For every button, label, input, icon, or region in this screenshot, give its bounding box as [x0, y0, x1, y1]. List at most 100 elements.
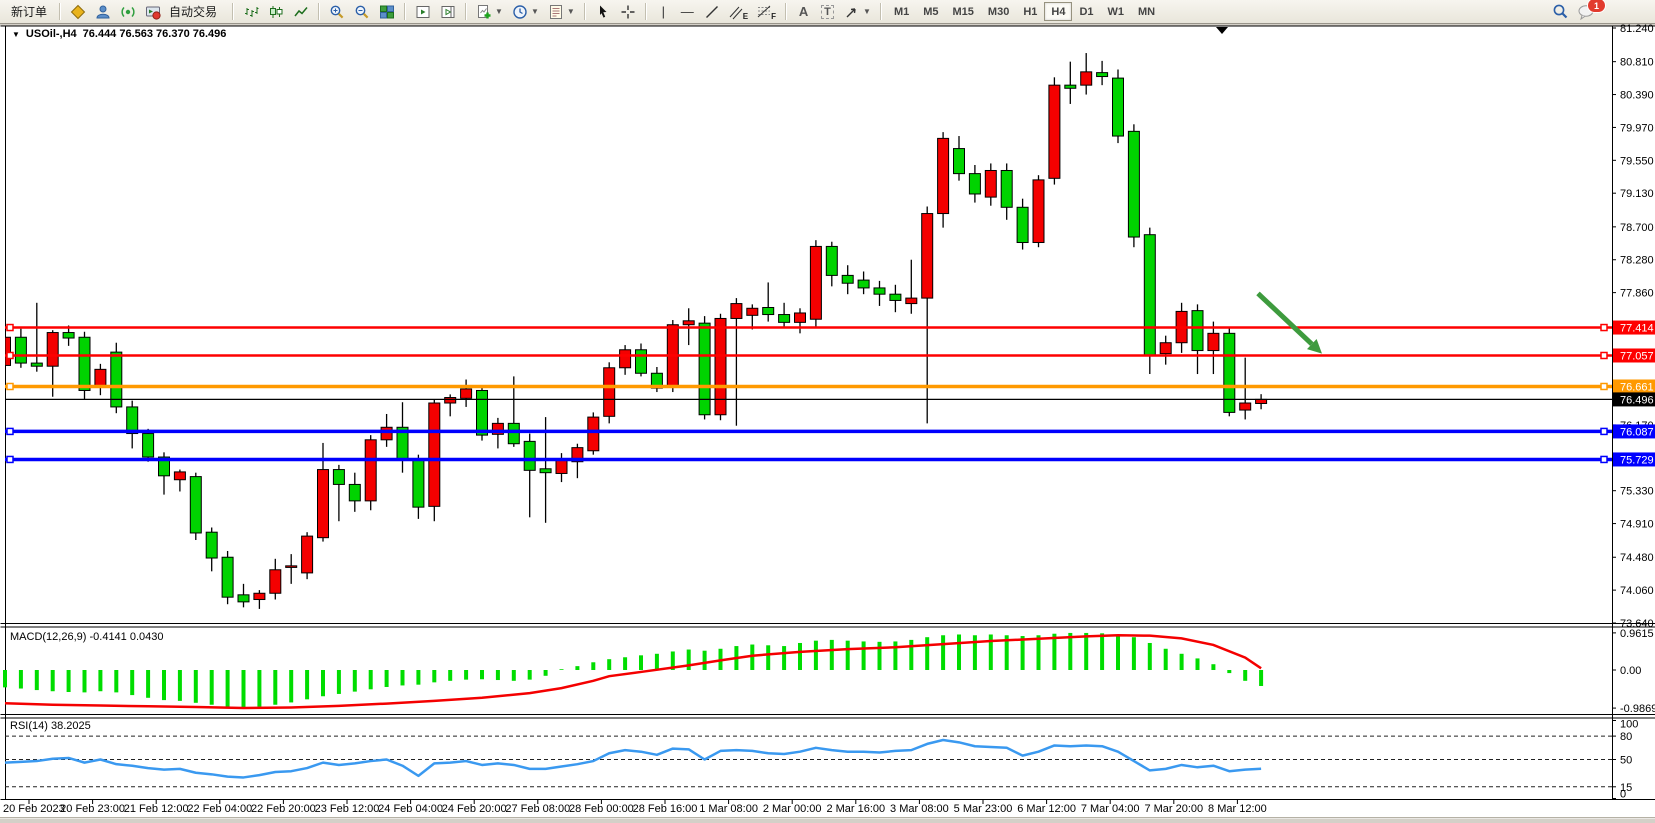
candle	[429, 403, 440, 506]
candle	[795, 313, 806, 322]
candle	[1113, 78, 1124, 136]
svg-text:1 Mar 08:00: 1 Mar 08:00	[699, 803, 758, 815]
candle	[540, 469, 551, 473]
chart-canvas[interactable]: 81.24080.81080.39079.97079.55079.13078.7…	[0, 0, 1655, 823]
toolbar-separator	[880, 3, 882, 20]
svg-text:78.280: 78.280	[1620, 255, 1654, 267]
search-button[interactable]	[1548, 1, 1573, 22]
toolbar-right-group: 1	[1548, 1, 1599, 22]
toolbar-separator	[232, 3, 234, 20]
rsi-label: RSI(14) 38.2025	[10, 720, 91, 732]
text-label-icon: T	[821, 5, 834, 19]
candle	[826, 246, 837, 275]
macd-label: MACD(12,26,9) -0.4141 0.0430	[10, 631, 164, 643]
timeframe-M15[interactable]: M15	[946, 2, 981, 21]
cursor-tool-button[interactable]	[591, 1, 615, 22]
signals-button[interactable]	[116, 1, 140, 22]
chart-title[interactable]: ▼ USOil-,H4 76.444 76.563 76.370 76.496	[12, 28, 226, 40]
svg-text:28 Feb 00:00: 28 Feb 00:00	[569, 803, 634, 815]
auto-trading-label: 自动交易	[163, 3, 223, 20]
metaeditor-button[interactable]	[66, 1, 90, 22]
fibonacci-letter: F	[771, 12, 776, 21]
candle	[1240, 403, 1251, 410]
candle	[413, 460, 424, 507]
svg-text:76.496: 76.496	[1620, 394, 1654, 406]
candle	[874, 288, 885, 294]
text-tool-button[interactable]: A	[792, 1, 815, 22]
ohlc-quote-label: 76.444 76.563 76.370 76.496	[83, 28, 227, 40]
auto-trading-button[interactable]: 自动交易	[141, 1, 227, 22]
candle	[318, 470, 329, 538]
candle	[302, 536, 313, 573]
zoom-in-button[interactable]	[325, 1, 349, 22]
svg-text:76.087: 76.087	[1620, 426, 1654, 438]
vertical-line-tool-button[interactable]: |	[652, 1, 675, 22]
toolbar-separator	[785, 3, 787, 20]
svg-text:78.700: 78.700	[1620, 222, 1654, 234]
arrows-tool-button[interactable]: ▼	[840, 1, 875, 22]
svg-text:28 Feb 16:00: 28 Feb 16:00	[633, 803, 698, 815]
indicator-window-alt-button[interactable]	[436, 1, 460, 22]
timeframe-M1[interactable]: M1	[887, 2, 916, 21]
zoom-out-button[interactable]	[350, 1, 374, 22]
timeframe-H1[interactable]: H1	[1016, 2, 1044, 21]
new-chart-button[interactable]: ▼	[472, 1, 507, 22]
candle	[508, 423, 519, 443]
horizontal-line-icon: —	[681, 5, 694, 18]
svg-text:0: 0	[1620, 789, 1626, 801]
candle	[842, 275, 853, 283]
period-button[interactable]: ▼	[508, 1, 543, 22]
timeframe-W1[interactable]: W1	[1101, 2, 1132, 21]
new-order-button[interactable]: 新订单	[4, 1, 54, 22]
horizontal-line-tool-button[interactable]: —	[676, 1, 699, 22]
clock-icon	[512, 4, 528, 20]
candle	[588, 417, 599, 451]
toolbar-separator	[59, 3, 61, 20]
svg-text:79.970: 79.970	[1620, 122, 1654, 134]
tile-windows-button[interactable]	[375, 1, 399, 22]
trendline-tool-button[interactable]	[700, 1, 724, 22]
candle	[222, 557, 233, 597]
timeframe-MN[interactable]: MN	[1131, 2, 1162, 21]
candle	[1160, 343, 1171, 354]
candle	[604, 368, 615, 417]
channel-tool-button[interactable]: E	[725, 1, 752, 22]
svg-text:22 Feb 04:00: 22 Feb 04:00	[187, 803, 252, 815]
svg-text:79.550: 79.550	[1620, 155, 1654, 167]
indicator-window-button[interactable]	[411, 1, 435, 22]
candle	[969, 174, 980, 194]
candle	[1049, 85, 1060, 178]
template-button[interactable]: ▼	[544, 1, 579, 22]
cursor-icon	[595, 4, 611, 20]
tile-windows-icon	[379, 4, 395, 20]
timeframe-M5[interactable]: M5	[916, 2, 945, 21]
bar-chart-button[interactable]	[239, 1, 263, 22]
auto-trading-icon	[145, 4, 161, 20]
candle	[206, 532, 217, 558]
trendline-icon	[704, 4, 720, 20]
crosshair-tool-button[interactable]	[616, 1, 640, 22]
timeframe-group: M1M5M15M30H1H4D1W1MN	[887, 2, 1162, 21]
chat-button[interactable]: 1	[1573, 1, 1599, 22]
candlestick-chart-button[interactable]	[264, 1, 288, 22]
chart-menu-icon[interactable]: ▼	[12, 30, 20, 39]
candle	[254, 593, 265, 599]
svg-text:77.860: 77.860	[1620, 288, 1654, 300]
svg-text:74.060: 74.060	[1620, 585, 1654, 597]
candle	[1128, 131, 1139, 237]
timeframe-M30[interactable]: M30	[981, 2, 1016, 21]
candle	[1081, 72, 1092, 85]
candle	[1033, 180, 1044, 243]
fibonacci-tool-button[interactable]: F	[753, 1, 780, 22]
svg-text:75.330: 75.330	[1620, 486, 1654, 498]
line-chart-button[interactable]	[289, 1, 313, 22]
text-label-tool-button[interactable]: T	[816, 1, 839, 22]
timeframe-D1[interactable]: D1	[1072, 2, 1100, 21]
toolbar-separator	[465, 3, 467, 20]
profile-button[interactable]	[91, 1, 115, 22]
candle	[333, 470, 344, 485]
toolbar-separator	[584, 3, 586, 20]
template-icon	[548, 4, 564, 20]
timeframe-H4[interactable]: H4	[1044, 2, 1072, 21]
svg-text:50: 50	[1620, 755, 1632, 767]
